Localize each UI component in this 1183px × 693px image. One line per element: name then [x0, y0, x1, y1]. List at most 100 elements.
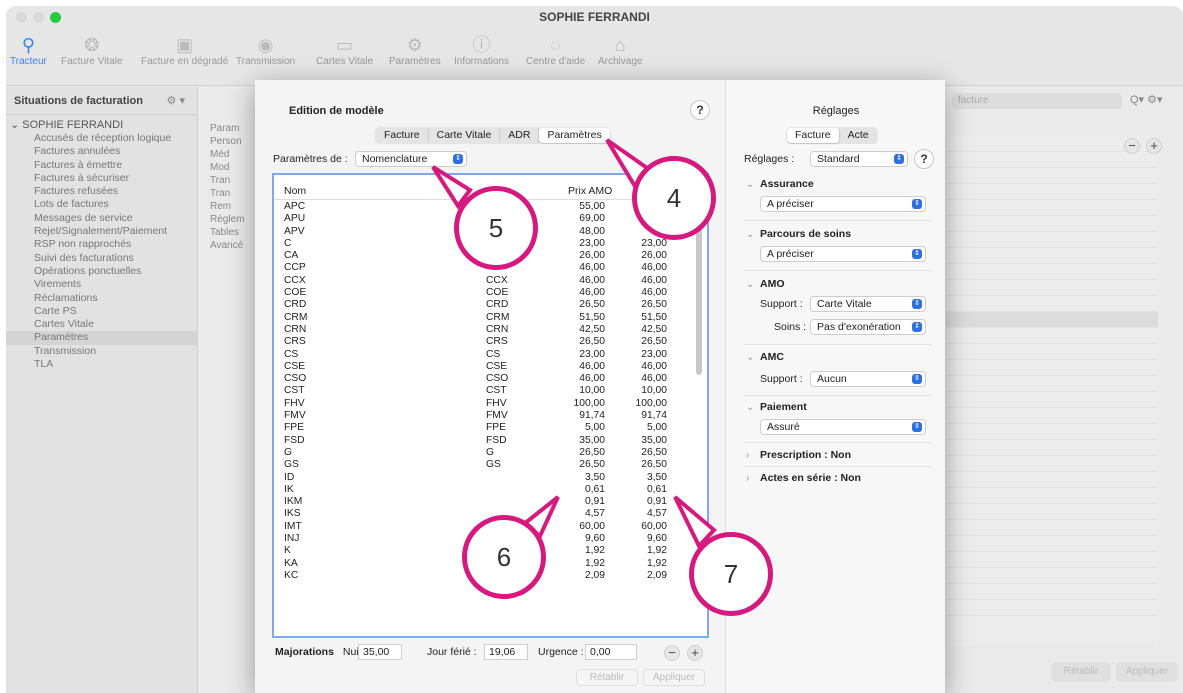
gear-icon[interactable]: ⚙ ▾ — [167, 87, 185, 115]
amc-section[interactable]: AMC — [760, 351, 784, 363]
nuit-field[interactable]: 35,00 — [358, 644, 402, 660]
toolbar-archivage[interactable]: ⌂ Archivage — [598, 34, 642, 67]
jour-ferie-field[interactable]: 19,06 — [484, 644, 528, 660]
urgence-field[interactable]: 0,00 — [585, 644, 637, 660]
sidebar-item[interactable]: Factures à sécuriser — [6, 172, 197, 185]
toolbar-transmission[interactable]: ◉ Transmission — [236, 34, 295, 67]
sidebar-item[interactable]: Transmission — [6, 345, 197, 358]
minimize-window-button[interactable] — [33, 12, 44, 23]
sidebar-item[interactable]: Virements — [6, 278, 197, 291]
help-button[interactable]: ? — [690, 100, 710, 120]
sidebar-item[interactable]: Messages de service — [6, 212, 197, 225]
table-row[interactable]: CRS CRS 26,50 26,50 — [274, 336, 707, 348]
sidebar-item[interactable]: Rejet/Signalement/Paiement — [6, 225, 197, 238]
retablir-button[interactable]: Rétablir — [576, 669, 638, 686]
table-scrollbar[interactable] — [696, 215, 702, 375]
actes-serie-section[interactable]: Actes en série : Non — [760, 472, 861, 484]
tab-parametres[interactable]: Paramètres — [539, 128, 610, 143]
chevron-down-icon[interactable]: ⌄ — [746, 229, 754, 240]
background-add-button[interactable]: + — [1146, 138, 1162, 154]
chevron-down-icon[interactable]: ⌄ — [746, 279, 754, 290]
paiement-select[interactable]: Assuré ⇕ — [760, 419, 926, 435]
sidebar-item[interactable]: Réclamations — [6, 292, 197, 305]
sidebar-item[interactable]: TLA — [6, 358, 197, 371]
table-row[interactable]: CRM CRM 51,50 51,50 — [274, 312, 707, 324]
table-row[interactable]: IKM 0,91 0,91 — [274, 496, 707, 508]
parcours-section[interactable]: Parcours de soins — [760, 228, 851, 240]
parcours-select[interactable]: A préciser ⇕ — [760, 246, 926, 262]
table-row[interactable]: CRN CRN 42,50 42,50 — [274, 324, 707, 336]
amo-section[interactable]: AMO — [760, 278, 785, 290]
sidebar-item[interactable]: RSP non rapprochés — [6, 238, 197, 251]
amo-soins-select[interactable]: Pas d'exonération ⇕ — [810, 319, 926, 335]
tab-carte-vitale[interactable]: Carte Vitale — [429, 128, 501, 143]
table-row[interactable]: G G 26,50 26,50 — [274, 447, 707, 459]
table-row[interactable]: CCX CCX 46,00 46,00 — [274, 275, 707, 287]
sidebar-item[interactable]: Opérations ponctuelles — [6, 265, 197, 278]
reglages-help-button[interactable]: ? — [914, 149, 934, 169]
chevron-right-icon[interactable]: › — [746, 450, 749, 461]
majorations-row: Majorations Nuit : — [275, 646, 367, 658]
background-retablir-button[interactable]: Rétablir — [1051, 662, 1111, 682]
toolbar-centre-aide[interactable]: ◌ Centre d'aide — [526, 34, 585, 67]
sidebar-item[interactable]: Carte PS — [6, 305, 197, 318]
table-row[interactable]: CST CST 10,00 10,00 — [274, 385, 707, 397]
tab-reglages-facture[interactable]: Facture — [787, 128, 840, 143]
assurance-select[interactable]: A préciser ⇕ — [760, 196, 926, 212]
appliquer-button[interactable]: Appliquer — [643, 669, 705, 686]
sidebar-item[interactable]: Suivi des facturations — [6, 252, 197, 265]
search-field[interactable]: facture — [952, 93, 1122, 109]
cell-amo: 26,50 — [579, 299, 605, 311]
close-window-button[interactable] — [16, 12, 27, 23]
chevron-down-icon[interactable]: ⌄ — [10, 119, 19, 131]
toolbar-tracteur[interactable]: ⚲ Tracteur — [10, 34, 47, 67]
table-row[interactable]: CSE CSE 46,00 46,00 — [274, 361, 707, 373]
table-row[interactable]: FPE FPE 5,00 5,00 — [274, 422, 707, 434]
search-options-icon[interactable]: Q▾ ⚙▾ — [1130, 93, 1163, 106]
prescription-section[interactable]: Prescription : Non — [760, 449, 851, 461]
reglages-select[interactable]: Standard ⇕ — [810, 151, 908, 167]
zoom-window-button[interactable] — [50, 12, 61, 23]
sidebar-item[interactable]: Factures à émettre — [6, 159, 197, 172]
toolbar-facture-vitale[interactable]: ❂ Facture Vitale — [61, 34, 123, 67]
chevron-down-icon[interactable]: ⌄ — [746, 352, 754, 363]
toolbar-facture-degrade[interactable]: ▣ Facture en dégradé — [141, 34, 228, 67]
table-row[interactable]: COE COE 46,00 46,00 — [274, 287, 707, 299]
add-row-button[interactable]: + — [687, 645, 703, 661]
paiement-section[interactable]: Paiement — [760, 401, 807, 413]
table-row[interactable]: IK 0,61 0,61 — [274, 484, 707, 496]
amc-support-select[interactable]: Aucun ⇕ — [810, 371, 926, 387]
amo-support-select[interactable]: Carte Vitale ⇕ — [810, 296, 926, 312]
tab-facture[interactable]: Facture — [376, 128, 429, 143]
sidebar-item[interactable]: Factures annulées — [6, 145, 197, 158]
tab-reglages-acte[interactable]: Acte — [840, 128, 877, 143]
sidebar-item[interactable]: Cartes Vitale — [6, 318, 197, 331]
column-nom[interactable]: Nom — [284, 185, 306, 197]
background-appliquer-button[interactable]: Appliquer — [1116, 662, 1178, 682]
background-remove-button[interactable]: − — [1124, 138, 1140, 154]
remove-row-button[interactable]: − — [664, 645, 680, 661]
table-row[interactable]: FHV FHV 100,00 100,00 — [274, 398, 707, 410]
table-row[interactable]: FSD FSD 35,00 35,00 — [274, 435, 707, 447]
sidebar-item[interactable]: Factures refusées — [6, 185, 197, 198]
toolbar-parametres[interactable]: ⚙ Paramètres — [389, 34, 441, 67]
table-row[interactable]: ID 3,50 3,50 — [274, 472, 707, 484]
table-row[interactable]: CRD CRD 26,50 26,50 — [274, 299, 707, 311]
toolbar-informations[interactable]: ⓘ Informations — [454, 34, 509, 67]
sidebar-item[interactable]: Paramètres — [6, 331, 197, 345]
table-row[interactable]: CS CS 23,00 23,00 — [274, 349, 707, 361]
chevron-right-icon[interactable]: › — [746, 473, 749, 484]
table-row[interactable]: CSO CSO 46,00 46,00 — [274, 373, 707, 385]
chevron-down-icon[interactable]: ⌄ — [746, 179, 754, 190]
chevron-down-icon[interactable]: ⌄ — [746, 402, 754, 413]
assurance-section[interactable]: Assurance — [760, 178, 814, 190]
sidebar-root[interactable]: ⌄ SOPHIE FERRANDI — [6, 119, 197, 132]
tab-adr[interactable]: ADR — [500, 128, 540, 143]
toolbar-cartes-vitale[interactable]: ▭ Cartes Vitale — [316, 34, 373, 67]
param-select[interactable]: Nomenclature ⇕ — [355, 151, 467, 167]
table-row[interactable]: FMV FMV 91,74 91,74 — [274, 410, 707, 422]
table-row[interactable]: GS GS 26,50 26,50 — [274, 459, 707, 471]
sidebar-item[interactable]: Lots de factures — [6, 198, 197, 211]
sidebar-item[interactable]: Accusés de réception logique — [6, 132, 197, 145]
column-prix-amo[interactable]: Prix AMO — [568, 185, 612, 197]
